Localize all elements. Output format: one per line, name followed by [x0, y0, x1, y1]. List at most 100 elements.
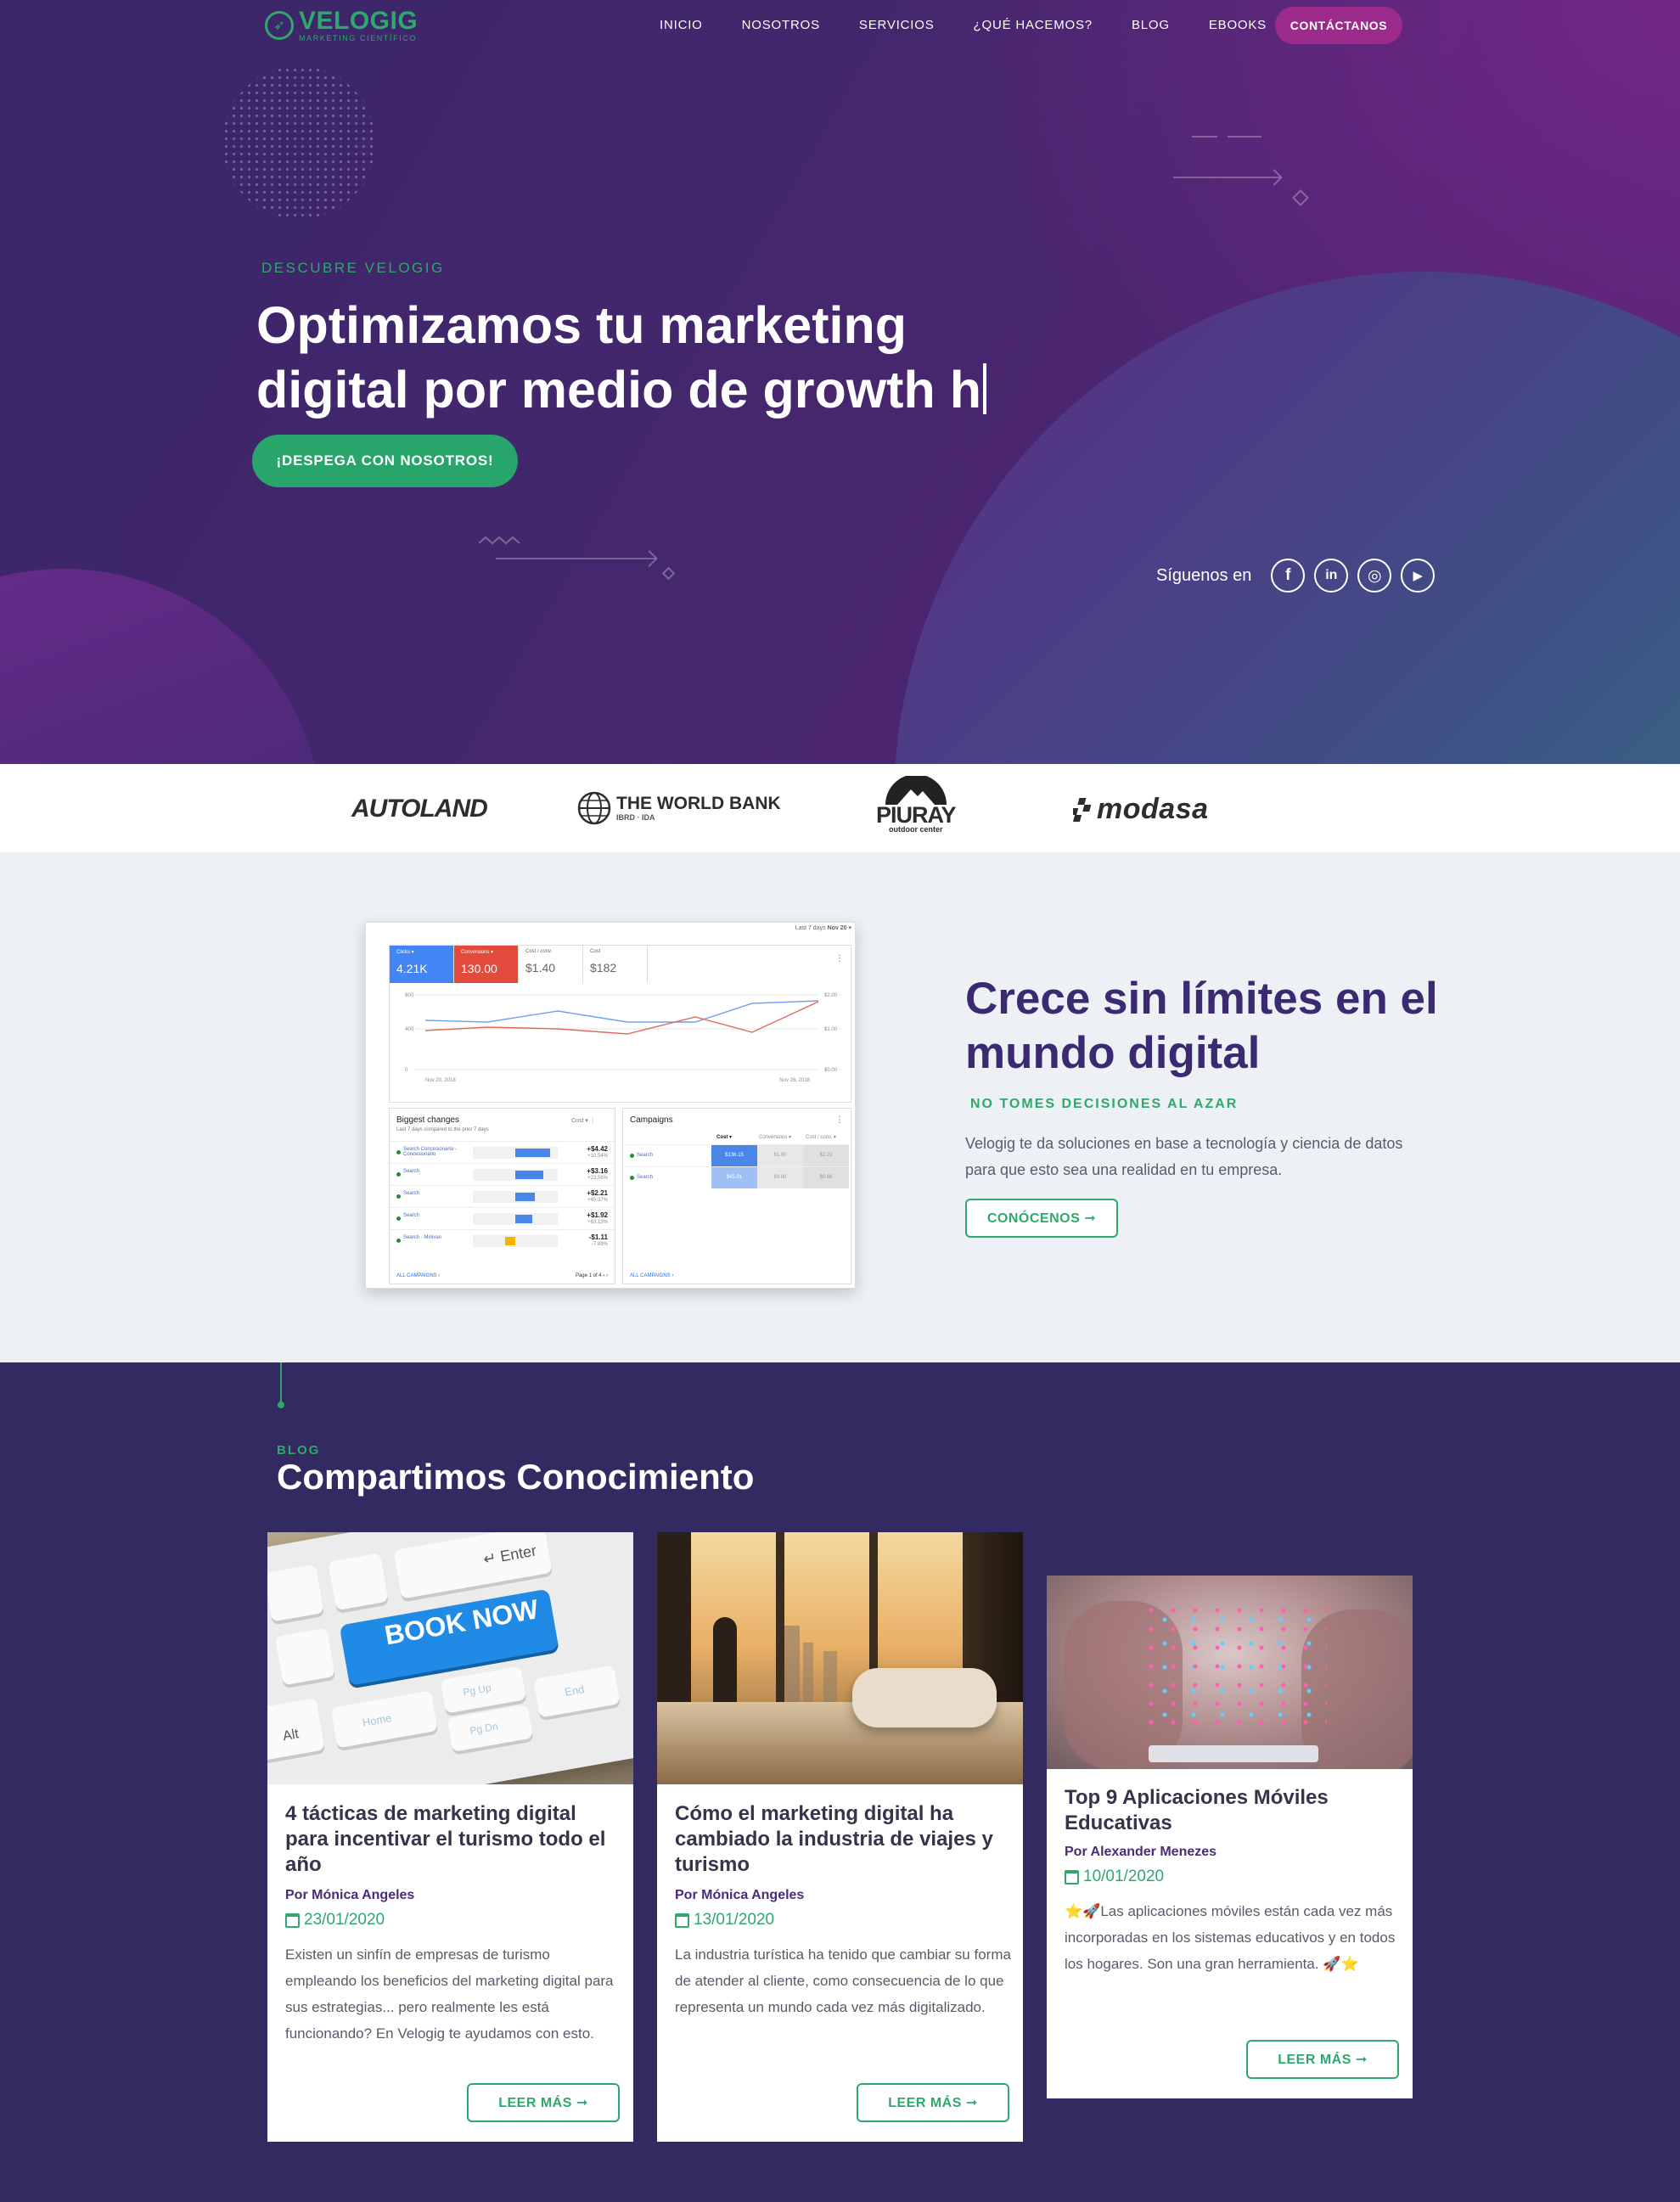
campaigns-col-header[interactable]: Cost / conv. ▾	[806, 1134, 836, 1140]
calendar-icon	[285, 1913, 300, 1928]
campaigns-col-header[interactable]: Conversions ▾	[759, 1134, 791, 1140]
page: ➶ VELOGIG MARKETING CIENTÍFICO INICIO NO…	[0, 0, 1680, 2202]
changes-page-label: Page 1 of 4	[575, 1273, 602, 1278]
more-icon[interactable]: ⋮	[835, 954, 844, 963]
grow-text: Velogig te da soluciones en base a tecno…	[965, 1135, 1403, 1178]
linkedin-icon[interactable]: in	[1314, 559, 1349, 593]
campaign-row[interactable]: Search $136.15 61.00 $2.23	[623, 1144, 851, 1166]
dash-campaigns-card: Campaigns ⋮ Cost ▾ Conversions ▾ Cost / co…	[622, 1108, 851, 1284]
changes-bar-fill	[505, 1237, 515, 1245]
changes-table: Search Concesionario - Concesionario +$4.…	[390, 1141, 615, 1251]
modasa-name: modasa	[1097, 793, 1209, 825]
brand-name: VELOGIG	[299, 7, 419, 35]
status-dot-icon	[396, 1239, 401, 1243]
changes-row-name: Search Concesionario - Concesionario	[403, 1147, 457, 1157]
home-key: Home	[330, 1690, 438, 1749]
changes-bar-fill	[515, 1193, 535, 1201]
card-author: Por Alexander Menezes	[1065, 1845, 1217, 1859]
blog-card[interactable]: ↵ Enter BOOK NOW Alt Home Pg Up Pg Dn En…	[267, 1532, 633, 2142]
changes-row-name: Search	[403, 1169, 420, 1174]
contact-button[interactable]: CONTÁCTANOS	[1275, 7, 1402, 44]
hero-title-line1: Optimizamos tu marketing	[256, 296, 907, 354]
blog-card[interactable]: Top 9 Aplicaciones Móviles Educativas Po…	[1047, 1576, 1413, 2098]
card-date: 23/01/2020	[285, 1911, 385, 1930]
changes-row-pct: +10.54%	[587, 1154, 608, 1159]
card-date-text: 10/01/2020	[1083, 1868, 1165, 1885]
nav-ebooks[interactable]: EBOOKS	[1209, 18, 1267, 32]
metric-tile[interactable]: Cost $182	[583, 946, 648, 983]
card-title[interactable]: 4 tácticas de marketing digital para inc…	[285, 1801, 625, 1878]
piuray-sub: outdoor center	[889, 825, 943, 834]
campaigns-header: Cost ▾ Conversions ▾ Cost / conv. ▾	[623, 1132, 851, 1143]
read-more-button[interactable]: LEER MÁS ➞	[467, 2083, 620, 2122]
grow-subtitle: NO TOMES DECISIONES AL AZAR	[970, 1097, 1239, 1111]
campaign-cost: $45.91	[711, 1167, 757, 1188]
metric-tile[interactable]: Clicks ▾ 4.21K	[390, 946, 454, 983]
launch-button[interactable]: ¡DESPEGA CON NOSOTROS!	[252, 435, 518, 487]
y-tick-label: $2.00	[824, 993, 838, 998]
changes-filter[interactable]: Cost ▾ ⋮	[571, 1117, 596, 1124]
metric-tile[interactable]: Conversions ▾ 130.00	[454, 946, 519, 983]
phone	[1149, 1745, 1318, 1762]
changes-row[interactable]: Search Concesionario - Concesionario +$4.…	[390, 1141, 615, 1163]
hero-deco-arrow-line	[496, 558, 655, 559]
changes-row[interactable]: Search - Minivan -$1.11 -7.89%	[390, 1229, 615, 1251]
client-logo-worldbank: THE WORLD BANK IBRD · IDA	[577, 791, 781, 825]
nav-que-hacemos[interactable]: ¿QUÉ HACEMOS?	[974, 18, 1093, 32]
hero-deco-diamond	[661, 566, 676, 581]
changes-row-pct: +23.56%	[587, 1176, 608, 1181]
youtube-icon[interactable]: ▶	[1401, 559, 1436, 593]
changes-title: Biggest changes	[396, 1115, 459, 1125]
campaign-row[interactable]: Search $45.91 69.00 $0.66	[623, 1166, 851, 1188]
card-title[interactable]: Top 9 Aplicaciones Móviles Educativas	[1065, 1785, 1404, 1836]
card-excerpt: ⭐🚀Las aplicaciones móviles están cada ve…	[1065, 1903, 1396, 1972]
hero-left-circle	[0, 569, 323, 764]
read-more-button[interactable]: LEER MÁS ➞	[1246, 2040, 1399, 2079]
status-dot-icon	[396, 1172, 401, 1177]
app-icons-cloud	[1140, 1601, 1327, 1728]
changes-row-bar	[473, 1213, 558, 1225]
pgdn-key: Pg Dn	[447, 1704, 534, 1752]
piuray-name: PIURAY	[876, 802, 957, 828]
instagram-icon[interactable]: ◎	[1357, 559, 1392, 593]
nav-nosotros[interactable]: NOSOTROS	[742, 18, 820, 32]
analytics-dashboard-image: Last 7 days Nov 20 ▾ Clicks ▾ 4.21K Conver…	[365, 922, 856, 1289]
follow-label: Síguenos en	[1156, 565, 1252, 585]
read-more-button[interactable]: LEER MÁS ➞	[857, 2083, 1009, 2122]
changes-link[interactable]: ALL CAMPAIGNS ›	[396, 1273, 440, 1278]
facebook-icon[interactable]: f	[1271, 559, 1306, 593]
campaigns-link-label: ALL CAMPAIGNS	[630, 1273, 671, 1278]
dash-line-chart: 800 400 0 $2.00 $1.00 $0.00 Nov 20, 2018 Nov 26…	[405, 993, 838, 1083]
metric-tile[interactable]: Cost / conv. $1.40	[519, 946, 583, 983]
changes-link-label: ALL CAMPAIGNS	[396, 1273, 437, 1278]
card-date: 10/01/2020	[1065, 1868, 1164, 1886]
changes-row[interactable]: Search +$3.16 +23.56%	[390, 1163, 615, 1185]
campaign-conv: 69.00	[757, 1167, 803, 1188]
campaigns-link[interactable]: ALL CAMPAIGNS ›	[630, 1273, 673, 1278]
globe-icon	[577, 791, 611, 825]
more-icon[interactable]: ⋮	[835, 1115, 844, 1125]
campaigns-col-header[interactable]: Cost ▾	[716, 1134, 732, 1140]
card-date-text: 13/01/2020	[694, 1911, 775, 1929]
y-tick-label: 800	[405, 993, 414, 998]
status-dot-icon	[396, 1194, 401, 1199]
clicks-series-line	[424, 1000, 819, 1023]
nav-blog[interactable]: BLOG	[1132, 18, 1170, 32]
changes-row[interactable]: Search +$2.21 +45.37%	[390, 1185, 615, 1207]
changes-pager[interactable]: Page 1 of 4 ‹ ›	[576, 1273, 608, 1278]
metric-value: $182	[590, 961, 617, 975]
changes-filter-label: Cost	[571, 1118, 584, 1124]
card-title[interactable]: Cómo el marketing digital ha cambiado la…	[675, 1801, 1014, 1878]
campaigns-title: Campaigns	[630, 1115, 673, 1125]
changes-row-pct: -7.89%	[591, 1242, 608, 1247]
nav-servicios[interactable]: SERVICIOS	[859, 18, 935, 32]
keyboard-body: ↵ Enter BOOK NOW Alt Home Pg Up Pg Dn En…	[267, 1532, 633, 1784]
blog-card[interactable]: Cómo el marketing digital ha cambiado la…	[657, 1532, 1023, 2142]
metric-value: 4.21K	[396, 962, 428, 975]
brand-logo[interactable]: ➶ VELOGIG MARKETING CIENTÍFICO	[265, 8, 418, 42]
changes-row[interactable]: Search +$1.92 +83.13%	[390, 1207, 615, 1229]
about-us-button[interactable]: CONÓCENOS ➞	[965, 1199, 1118, 1238]
status-dot-icon	[396, 1150, 401, 1154]
nav-inicio[interactable]: INICIO	[660, 18, 703, 32]
dash-changes-card: Biggest changes Last 7 days compared to …	[389, 1108, 615, 1284]
